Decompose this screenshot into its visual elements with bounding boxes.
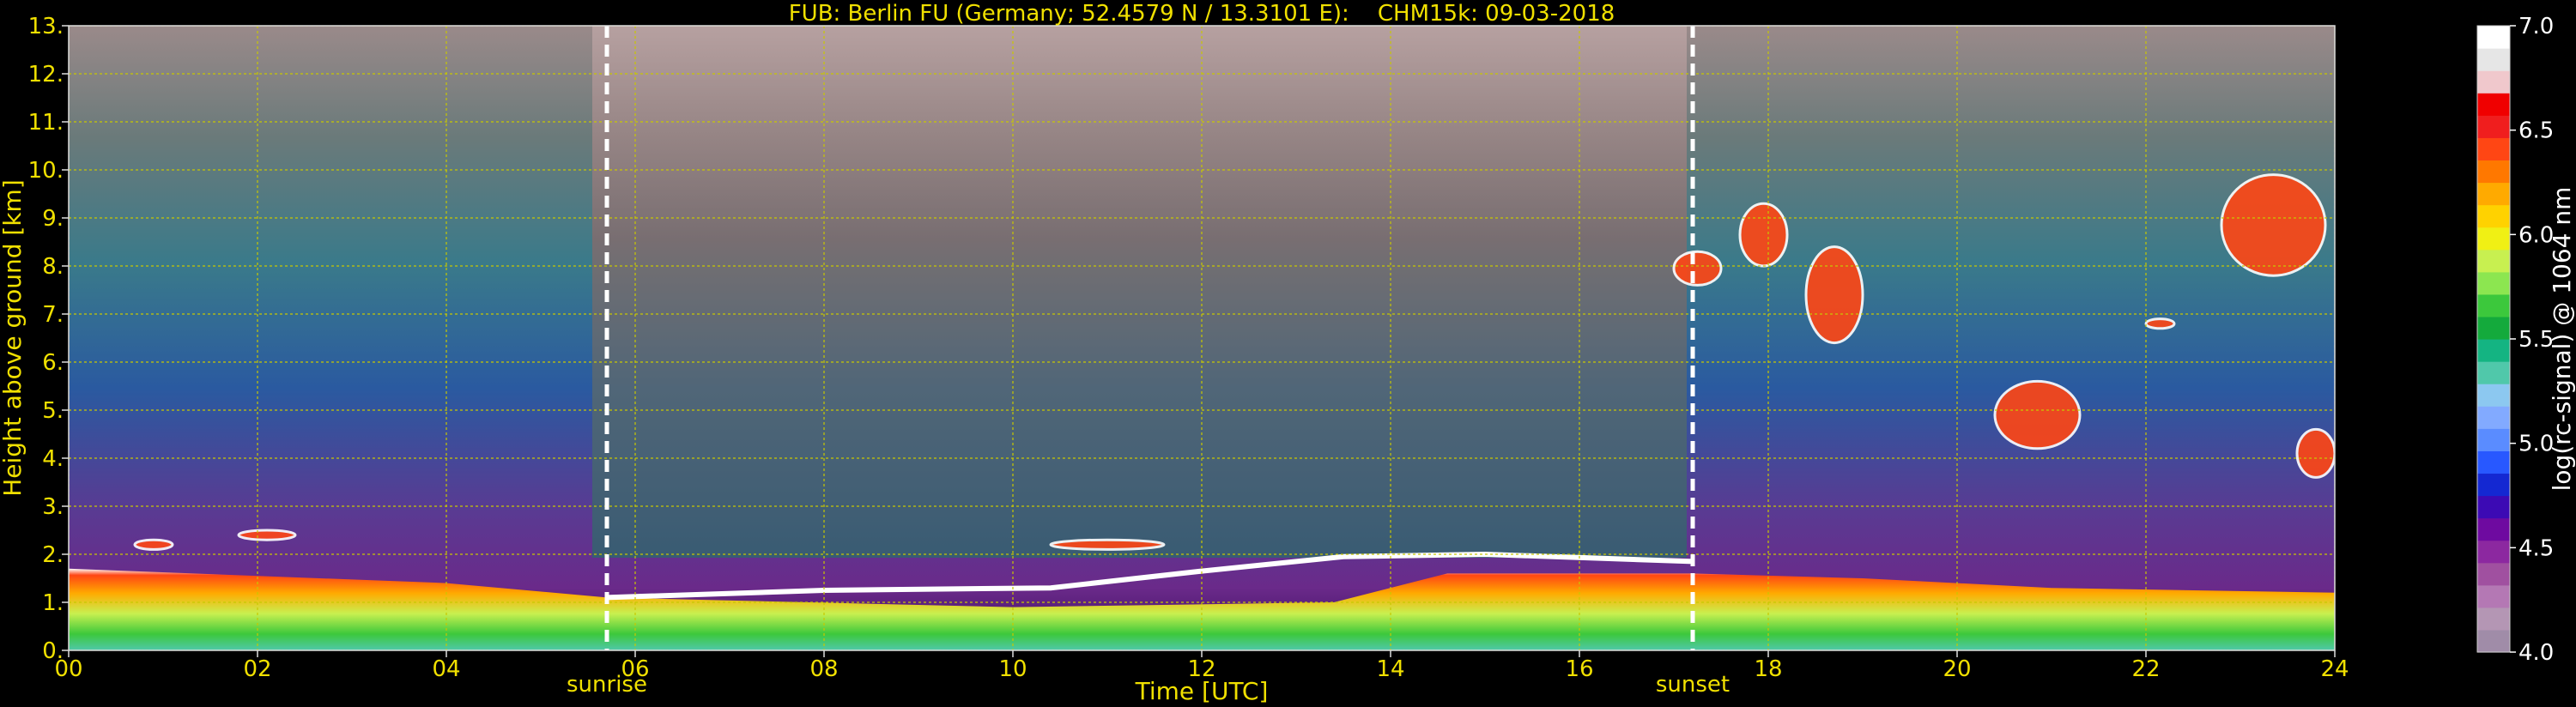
x-tick-label: 04 [432, 656, 460, 682]
colorbar-segment [2477, 160, 2510, 184]
colorbar-segment [2477, 495, 2510, 519]
sunset-label: sunset [1656, 672, 1730, 698]
y-tick-label: 3. [42, 494, 64, 520]
colorbar-segment [2477, 26, 2510, 49]
colorbar-tick-label: 7.0 [2518, 14, 2554, 39]
plot-area [69, 26, 2335, 650]
x-tick-label: 22 [2131, 656, 2160, 682]
colorbar-segment [2477, 115, 2510, 138]
colorbar-segment [2477, 473, 2510, 497]
cloud-feature [2144, 317, 2176, 330]
y-tick-label: 9. [42, 206, 64, 232]
colorbar-segment [2477, 584, 2510, 608]
colorbar-segment [2477, 48, 2510, 71]
colorbar-segment [2477, 271, 2510, 295]
colorbar-blocks [2477, 26, 2510, 653]
colorbar-segment [2477, 607, 2510, 631]
y-tick-label: 4. [42, 446, 64, 472]
y-tick-label: 6. [42, 350, 64, 376]
colorbar: 4.04.55.05.56.06.57.0 log(rc-signal) @ 1… [2476, 14, 2576, 666]
colorbar-segment [2477, 316, 2510, 340]
y-tick-label: 11. [28, 110, 64, 136]
y-tick-label: 7. [42, 302, 64, 328]
colorbar-tick-label: 6.5 [2518, 118, 2554, 144]
x-tick-label: 14 [1376, 656, 1404, 682]
cloud-feature [1738, 202, 1789, 268]
colorbar-segment [2477, 137, 2510, 161]
y-tick-label: 10. [28, 158, 64, 184]
colorbar-segment [2477, 204, 2510, 228]
cloud-feature [1672, 250, 1723, 287]
x-tick-label: 02 [243, 656, 271, 682]
colorbar-segment [2477, 562, 2510, 586]
y-axis-ticks: 0.1.2.3.4.5.6.7.8.9.10.11.12.13. [28, 14, 69, 664]
colorbar-label: log(rc-signal) @ 1064 nm [2548, 187, 2576, 492]
x-tick-label: 10 [998, 656, 1027, 682]
colorbar-segment [2477, 227, 2510, 251]
colorbar-segment [2477, 428, 2510, 451]
colorbar-segment [2477, 517, 2510, 541]
colorbar-segment [2477, 629, 2510, 653]
y-axis-label: Height above ground [km] [0, 179, 27, 497]
colorbar-segment [2477, 384, 2510, 407]
colorbar-segment [2477, 450, 2510, 474]
colorbar-segment [2477, 361, 2510, 384]
y-tick-label: 1. [42, 590, 64, 616]
x-tick-label: 08 [809, 656, 838, 682]
y-tick-label: 12. [28, 62, 64, 88]
cloud-feature [1993, 379, 2082, 450]
colorbar-segment [2477, 93, 2510, 116]
colorbar-segment [2477, 182, 2510, 206]
y-tick-label: 2. [42, 542, 64, 568]
sunrise-label: sunrise [567, 672, 647, 698]
colorbar-segment [2477, 249, 2510, 273]
colorbar-segment [2477, 406, 2510, 429]
chart-title: FUB: Berlin FU (Germany; 52.4579 N / 13.… [789, 1, 1615, 27]
y-tick-label: 8. [42, 254, 64, 280]
daytime-noise-region [592, 26, 1687, 558]
x-axis-label: Time [UTC] [1135, 677, 1269, 705]
colorbar-segment [2477, 339, 2510, 362]
x-tick-label: 16 [1565, 656, 1593, 682]
colorbar-segment [2477, 540, 2510, 564]
cloud-feature [1049, 538, 1166, 551]
colorbar-segment [2477, 70, 2510, 94]
colorbar-tick-label: 4.0 [2518, 640, 2554, 666]
colorbar-segment [2477, 293, 2510, 317]
cloud-feature [2295, 427, 2335, 479]
y-tick-label: 13. [28, 14, 64, 39]
x-tick-label: 00 [54, 656, 82, 682]
colorbar-tick-label: 4.5 [2518, 535, 2554, 561]
cloud-feature [133, 538, 174, 551]
x-tick-label: 24 [2320, 656, 2349, 682]
x-tick-label: 20 [1943, 656, 1971, 682]
x-tick-label: 18 [1754, 656, 1782, 682]
cloud-feature [237, 529, 297, 541]
y-tick-label: 5. [42, 398, 64, 424]
lidar-quicklook: 0.1.2.3.4.5.6.7.8.9.10.11.12.13. 00 02 04 0… [0, 1, 2576, 705]
cloud-feature [1804, 245, 1864, 345]
cloud-feature [2220, 173, 2327, 277]
